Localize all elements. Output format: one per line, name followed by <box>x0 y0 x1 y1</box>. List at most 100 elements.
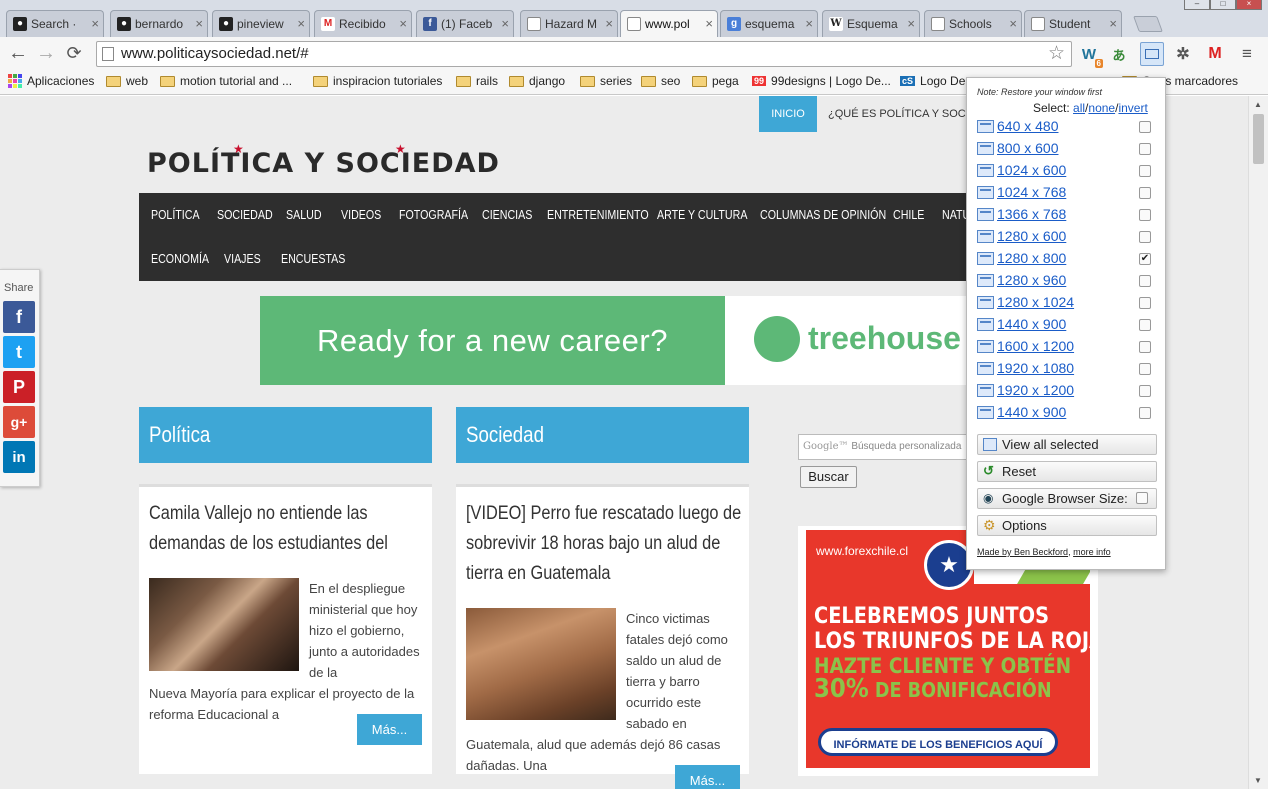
close-tab-icon[interactable]: × <box>907 11 915 37</box>
resolution-checkbox[interactable] <box>1139 209 1151 221</box>
resolution-checkbox[interactable] <box>1139 363 1151 375</box>
resolution-link[interactable]: 1024 x 768 <box>997 184 1066 200</box>
translate-icon[interactable]: あ <box>1108 43 1130 65</box>
reset-button[interactable]: ↺ Reset <box>977 461 1157 482</box>
scroll-up-icon[interactable]: ▲ <box>1254 100 1262 109</box>
google-size-checkbox[interactable] <box>1136 492 1148 504</box>
gmail-icon[interactable]: M <box>1204 43 1226 65</box>
resolution-checkbox[interactable] <box>1139 341 1151 353</box>
nav-item[interactable]: ECONOMÍA <box>151 251 209 266</box>
resolution-link[interactable]: 800 x 600 <box>997 140 1059 156</box>
resolution-checkbox[interactable] <box>1139 275 1151 287</box>
category-header-sociedad[interactable]: Sociedad <box>456 407 749 463</box>
category-header-politica[interactable]: Política <box>139 407 432 463</box>
nav-item[interactable]: ARTE Y CULTURA <box>657 207 747 222</box>
minimize-icon[interactable]: – <box>1184 0 1210 10</box>
nav-item[interactable]: CHILE <box>893 207 924 222</box>
tab[interactable]: Hazard M × <box>520 10 618 37</box>
scroll-thumb[interactable] <box>1253 114 1264 164</box>
nav-item[interactable]: CIENCIAS <box>482 207 532 222</box>
nav-item[interactable]: FOTOGRAFÍA <box>399 207 468 222</box>
pinterest-share-icon[interactable]: P <box>3 371 35 403</box>
resolution-link[interactable]: 1920 x 1080 <box>997 360 1074 376</box>
bookmark-item[interactable]: rails <box>456 74 498 88</box>
tab[interactable]: M Recibido × <box>314 10 412 37</box>
close-tab-icon[interactable]: × <box>1009 11 1017 37</box>
resolution-checkbox[interactable] <box>1139 385 1151 397</box>
resolution-link[interactable]: 1024 x 600 <box>997 162 1066 178</box>
resolution-link[interactable]: 1280 x 960 <box>997 272 1066 288</box>
nav-item[interactable]: VIDEOS <box>341 207 381 222</box>
resolution-link[interactable]: 1440 x 900 <box>997 404 1066 420</box>
nav-item[interactable]: VIAJES <box>224 251 261 266</box>
resolution-link[interactable]: 1440 x 900 <box>997 316 1066 332</box>
close-tab-icon[interactable]: × <box>91 11 99 37</box>
window-resizer-icon[interactable] <box>1140 42 1164 66</box>
site-logo[interactable]: POLÍTICA Y SOCIEDAD ★ ★ <box>147 142 500 179</box>
resolution-link[interactable]: 1280 x 800 <box>997 250 1066 266</box>
tab[interactable]: ● pineview × <box>212 10 310 37</box>
googleplus-share-icon[interactable]: g+ <box>3 406 35 438</box>
resolution-checkbox[interactable] <box>1139 319 1151 331</box>
topnav-que-es[interactable]: ¿QUÉ ES POLÍTICA Y SOCIE <box>828 96 976 132</box>
resolution-checkbox[interactable] <box>1139 121 1151 133</box>
tab[interactable]: www.pol × <box>620 10 718 37</box>
resolution-checkbox[interactable] <box>1139 187 1151 199</box>
google-browser-size-toggle[interactable]: ◉ Google Browser Size: <box>977 488 1157 509</box>
resolution-checkbox[interactable] <box>1139 143 1151 155</box>
bookmark-item[interactable]: motion tutorial and ... <box>160 74 292 88</box>
nav-item[interactable]: SALUD <box>286 207 322 222</box>
ad-banner-treehouse[interactable]: Ready for a new career? treehouse <box>260 296 980 385</box>
close-tab-icon[interactable]: × <box>195 11 203 37</box>
close-tab-icon[interactable]: × <box>399 11 407 37</box>
back-icon[interactable]: ← <box>6 41 30 65</box>
tab[interactable]: Student × <box>1024 10 1122 37</box>
wordpress-icon[interactable]: W6 <box>1078 43 1103 68</box>
nav-item[interactable]: POLÍTICA <box>151 207 200 222</box>
search-input[interactable]: Google™ Búsqueda personalizada <box>798 434 978 460</box>
resolution-checkbox[interactable] <box>1139 231 1151 243</box>
nav-item[interactable]: ENCUESTAS <box>281 251 345 266</box>
forward-icon[interactable]: → <box>34 41 58 65</box>
more-info-link[interactable]: more info <box>1073 547 1111 557</box>
maximize-icon[interactable]: □ <box>1210 0 1236 10</box>
resolution-link[interactable]: 1366 x 768 <box>997 206 1066 222</box>
resolution-link[interactable]: 1280 x 600 <box>997 228 1066 244</box>
resolution-link[interactable]: 1920 x 1200 <box>997 382 1074 398</box>
resolution-link[interactable]: 640 x 480 <box>997 118 1059 134</box>
article-image[interactable] <box>149 578 299 671</box>
article-title[interactable]: [VIDEO] Perro fue rescatado luego de sob… <box>466 499 741 595</box>
linkedin-share-icon[interactable]: in <box>3 441 35 473</box>
close-tab-icon[interactable]: × <box>705 11 713 37</box>
close-tab-icon[interactable]: × <box>297 11 305 37</box>
author-link[interactable]: Made by Ben Beckford <box>977 547 1068 557</box>
bookmark-item[interactable]: series <box>580 74 632 88</box>
close-tab-icon[interactable]: × <box>1109 11 1117 37</box>
nav-item[interactable]: ENTRETENIMIENTO <box>547 207 649 222</box>
resolution-checkbox[interactable] <box>1139 407 1151 419</box>
tab[interactable]: W Esquema × <box>822 10 920 37</box>
select-none-link[interactable]: none <box>1088 101 1115 115</box>
topnav-inicio[interactable]: INICIO <box>759 96 817 132</box>
bookmark-star-icon[interactable]: ☆ <box>1048 42 1065 66</box>
bookmark-item[interactable]: seo <box>641 74 680 88</box>
address-bar[interactable]: www.politicaysociedad.net/# ☆ <box>96 41 1072 67</box>
resolution-link[interactable]: 1280 x 1024 <box>997 294 1074 310</box>
twitter-share-icon[interactable]: t <box>3 336 35 368</box>
nav-item[interactable]: COLUMNAS DE OPINIÓN <box>760 207 886 222</box>
options-button[interactable]: ⚙ Options <box>977 515 1157 536</box>
bookmark-item[interactable]: 99 99designs | Logo De... <box>752 74 891 88</box>
search-button[interactable]: Buscar <box>800 466 857 488</box>
resolution-checkbox[interactable]: ✔ <box>1139 253 1151 265</box>
tab[interactable]: ● Search · × <box>6 10 104 37</box>
select-invert-link[interactable]: invert <box>1118 101 1147 115</box>
article-image[interactable] <box>466 608 616 720</box>
more-button[interactable]: Más... <box>675 765 740 789</box>
resolution-checkbox[interactable] <box>1139 165 1151 177</box>
close-tab-icon[interactable]: × <box>805 11 813 37</box>
bookmark-item[interactable]: web <box>106 74 148 88</box>
bookmark-item[interactable]: pega <box>692 74 739 88</box>
settings-gear-icon[interactable]: ✲ <box>1172 43 1194 65</box>
bookmark-item[interactable]: cS Logo De <box>900 74 965 88</box>
tab[interactable]: ● bernardo × <box>110 10 208 37</box>
